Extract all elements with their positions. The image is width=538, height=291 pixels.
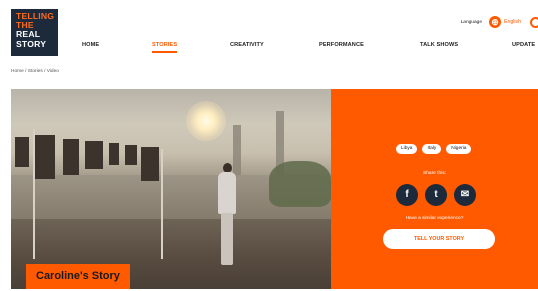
nav-item-performance[interactable]: PERFORMANCE: [319, 42, 364, 48]
language-selector: Language ⊕ English: [461, 14, 538, 30]
sun-glare: [186, 101, 226, 141]
tag-nigeria[interactable]: Nigeria: [446, 144, 472, 154]
breadcrumb-stories[interactable]: Stories: [28, 69, 43, 74]
story-title: Caroline's Story: [26, 264, 130, 289]
language-value[interactable]: English: [504, 19, 521, 25]
globe-icon[interactable]: ⊕: [488, 16, 501, 28]
story-side-panel: Libya Italy Nigeria Share this: f t ✉ Ha…: [331, 89, 538, 289]
walking-person: [216, 163, 238, 271]
tag-libya[interactable]: Libya: [396, 144, 418, 154]
nav-item-update[interactable]: UPDATE: [512, 42, 535, 48]
main-nav: HOME STORIES CREATIVITY PERFORMANCE TALK…: [0, 42, 538, 54]
breadcrumb: Home / Stories / Video: [11, 69, 59, 74]
breadcrumb-video: Video: [46, 69, 59, 74]
email-icon[interactable]: ✉: [454, 184, 476, 206]
share-buttons: f t ✉: [396, 184, 483, 206]
share-label: Share this:: [423, 171, 446, 176]
similar-experience-label: Have a similar experience?: [405, 216, 464, 221]
tree: [269, 161, 331, 207]
story-video-image[interactable]: Caroline's Story: [11, 89, 331, 289]
twitter-icon[interactable]: t: [425, 184, 447, 206]
search-icon[interactable]: [530, 16, 538, 28]
tag-italy[interactable]: Italy: [422, 144, 442, 154]
language-label: Language: [460, 19, 482, 25]
nav-item-home[interactable]: HOME: [82, 42, 99, 48]
nav-item-creativity[interactable]: CREATIVITY: [230, 42, 264, 48]
story-hero: Caroline's Story Libya Italy Nigeria Sha…: [11, 89, 538, 289]
nav-item-stories[interactable]: STORIES: [152, 42, 178, 53]
hanging-clothes: [11, 133, 171, 193]
breadcrumb-home[interactable]: Home: [11, 69, 24, 74]
nav-item-talk-shows[interactable]: TALK SHOWS: [420, 42, 458, 48]
tell-your-story-button[interactable]: TELL YOUR STORY: [383, 229, 495, 249]
facebook-icon[interactable]: f: [396, 184, 418, 206]
story-tags: Libya Italy Nigeria: [396, 144, 476, 154]
